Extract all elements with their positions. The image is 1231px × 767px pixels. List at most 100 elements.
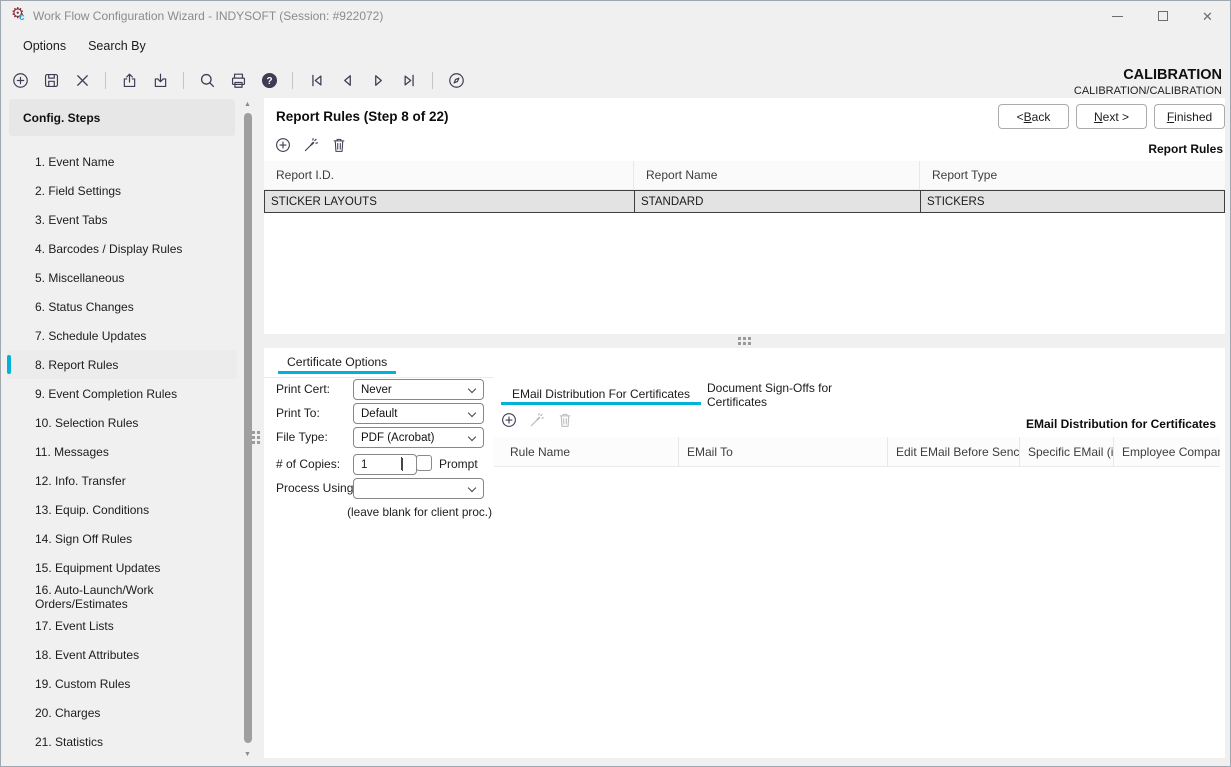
sidebar-item-status-changes[interactable]: 6. Status Changes [7,292,237,321]
prompt-checkbox[interactable] [416,455,432,471]
window-title: Work Flow Configuration Wizard - INDYSOF… [33,1,383,31]
sidebar-item-event-lists[interactable]: 17. Event Lists [7,611,237,640]
copies-stepper[interactable]: 1 [353,454,417,475]
copies-label: # of Copies: [276,457,340,471]
wizard-buttons: < Back Next > Finished [998,104,1225,129]
email-toolbar [499,410,574,429]
print-cert-select[interactable]: Never [353,379,484,400]
sidebar-item-event-completion-rules[interactable]: 9. Event Completion Rules [7,379,237,408]
main-panel: Report Rules (Step 8 of 22) < Back Next … [264,98,1225,758]
nav-first-icon[interactable] [306,70,326,90]
table-row[interactable]: STICKER LAYOUTS STANDARD STICKERS [264,190,1225,213]
vertical-splitter-grip[interactable] [252,431,260,444]
add-icon[interactable] [499,410,518,429]
file-type-select[interactable]: PDF (Acrobat) [353,427,484,448]
sidebar-item-event-tabs[interactable]: 3. Event Tabs [7,205,237,234]
save-icon[interactable] [41,70,61,90]
tab-document-sign-offs[interactable]: Document Sign-Offs for Certificates [707,385,891,405]
back-button[interactable]: < Back [998,104,1069,129]
column-header-employee-company: Employee Compan [1113,437,1220,466]
nav-last-icon[interactable] [399,70,419,90]
scroll-down-icon[interactable]: ▼ [241,749,254,761]
toolbar-separator [432,72,433,89]
add-icon[interactable] [10,70,30,90]
scroll-up-icon[interactable]: ▲ [241,99,254,111]
sidebar-item-schedule-updates[interactable]: 7. Schedule Updates [7,321,237,350]
app-window: ⚙ c Work Flow Configuration Wizard - IND… [0,0,1231,767]
sidebar-item-auto-launch[interactable]: 16. Auto-Launch/Work Orders/Estimates [7,582,237,611]
finished-button[interactable]: Finished [1154,104,1225,129]
tab-certificate-options[interactable]: Certificate Options [278,353,396,374]
scrollbar-thumb[interactable] [244,113,252,743]
horizontal-splitter[interactable] [264,334,1225,348]
app-logo-icon: ⚙ c [11,7,29,25]
trash-icon[interactable] [555,410,574,429]
menu-search-by[interactable]: Search By [88,39,146,53]
sidebar-header: Config. Steps [9,99,235,136]
page-title: Report Rules (Step 8 of 22) [276,109,449,124]
cell-report-type: STICKERS [920,191,1224,212]
column-header-edit-email: Edit EMail Before Senc [887,437,1019,466]
context-subtitle: CALIBRATION/CALIBRATION [1074,85,1222,97]
delete-icon[interactable] [72,70,92,90]
cell-report-id: STICKER LAYOUTS [265,191,634,212]
edit-wand-icon[interactable] [527,410,546,429]
process-using-select[interactable] [353,478,484,499]
menu-bar: Options Search By [1,31,1230,61]
toolbar-separator [183,72,184,89]
sidebar-item-event-attributes[interactable]: 18. Event Attributes [7,640,237,669]
splitter-grip [738,337,751,345]
sidebar-scrollbar: ▲ ▼ [241,99,254,761]
sidebar-item-field-settings[interactable]: 2. Field Settings [7,176,237,205]
sidebar-item-info-transfer[interactable]: 12. Info. Transfer [7,466,237,495]
close-button[interactable]: ✕ [1185,1,1230,31]
sidebar-item-sign-off-rules[interactable]: 14. Sign Off Rules [7,524,237,553]
nav-previous-icon[interactable] [337,70,357,90]
export-icon[interactable] [119,70,139,90]
sidebar-item-miscellaneous[interactable]: 5. Miscellaneous [7,263,237,292]
maximize-button[interactable] [1140,1,1185,31]
tab-email-distribution[interactable]: EMail Distribution For Certificates [501,385,701,405]
print-to-select[interactable]: Default [353,403,484,424]
stepper-arrows-icon[interactable] [401,458,409,470]
title-bar: ⚙ c Work Flow Configuration Wizard - IND… [1,1,1230,31]
column-header-report-name: Report Name [633,161,919,189]
sidebar-item-barcodes-display-rules[interactable]: 4. Barcodes / Display Rules [7,234,237,263]
file-type-label: File Type: [276,430,328,444]
sidebar-item-custom-rules[interactable]: 19. Custom Rules [7,669,237,698]
next-button[interactable]: Next > [1076,104,1147,129]
trash-icon[interactable] [329,135,348,154]
menu-options[interactable]: Options [23,39,66,53]
divider [264,377,494,378]
window-controls: ✕ [1095,1,1230,31]
sidebar-item-equipment-updates[interactable]: 15. Equipment Updates [7,553,237,582]
process-using-label: Process Using: [276,481,357,495]
sidebar-item-selection-rules[interactable]: 10. Selection Rules [7,408,237,437]
chevron-down-icon [468,433,476,441]
sidebar-item-charges[interactable]: 20. Charges [7,698,237,727]
chevron-down-icon [468,484,476,492]
toolbar-separator [292,72,293,89]
edit-wand-icon[interactable] [301,135,320,154]
sidebar-item-messages[interactable]: 11. Messages [7,437,237,466]
nav-next-icon[interactable] [368,70,388,90]
column-header-report-id: Report I.D. [264,161,633,189]
sidebar-item-statistics[interactable]: 21. Statistics [7,727,237,756]
sidebar-item-equip-conditions[interactable]: 13. Equip. Conditions [7,495,237,524]
add-icon[interactable] [273,135,292,154]
selected-accent-bar [7,355,11,374]
context-header: CALIBRATION CALIBRATION/CALIBRATION [1074,67,1222,97]
sidebar-item-report-rules[interactable]: 8. Report Rules [7,350,237,379]
compass-icon[interactable] [446,70,466,90]
print-icon[interactable] [228,70,248,90]
minimize-button[interactable] [1095,1,1140,31]
sidebar-item-event-name[interactable]: 1. Event Name [7,147,237,176]
email-panel-label: EMail Distribution for Certificates [1026,417,1216,431]
import-icon[interactable] [150,70,170,90]
help-icon[interactable] [259,70,279,90]
report-rules-table-header: Report I.D. Report Name Report Type [264,161,1225,190]
search-icon[interactable] [197,70,217,90]
sidebar: 1. Event Name 2. Field Settings 3. Event… [7,147,237,756]
prompt-label: Prompt [439,457,478,471]
main-toolbar [1,63,466,97]
